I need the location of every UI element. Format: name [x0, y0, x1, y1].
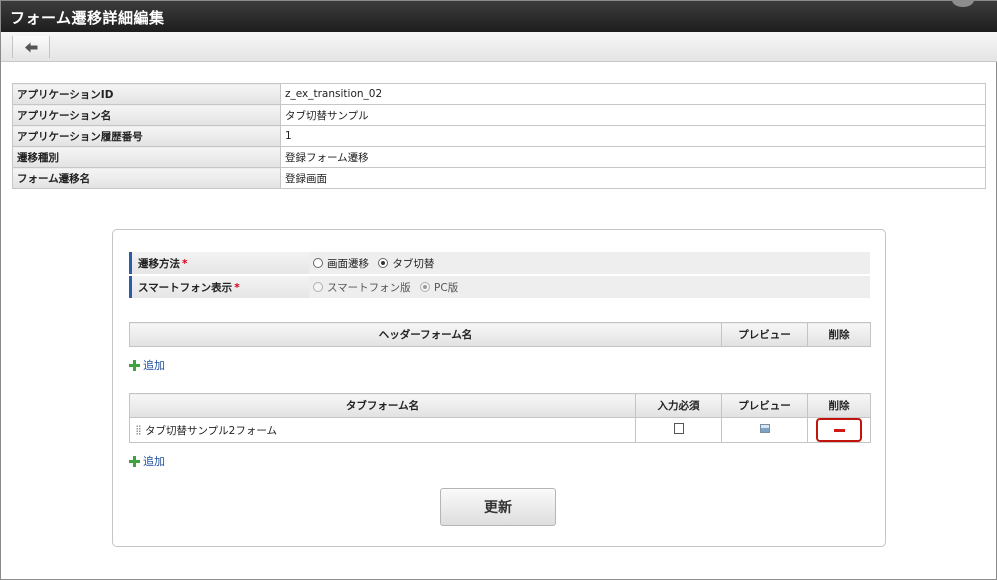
smartphone-display-label: スマートフォン表示: [138, 281, 233, 294]
column-tab-form-name: タブフォーム名: [129, 393, 636, 418]
update-button[interactable]: 更新: [440, 488, 556, 526]
option-row-transition-method: 遷移方法 * 画面遷移 タブ切替: [129, 252, 870, 274]
column-header-form-name: ヘッダーフォーム名: [129, 322, 722, 347]
info-value: 1: [280, 125, 986, 147]
transition-method-label: 遷移方法: [138, 257, 180, 270]
info-label: 遷移種別: [12, 146, 281, 168]
info-row-transition-name: フォーム遷移名 登録画面: [12, 167, 986, 189]
back-button[interactable]: [12, 36, 50, 58]
header-form-table-head: ヘッダーフォーム名 プレビュー 削除: [129, 322, 871, 347]
info-row-transition-type: 遷移種別 登録フォーム遷移: [12, 146, 986, 168]
info-label: アプリケーションID: [12, 83, 281, 105]
radio-tab-switch[interactable]: [378, 257, 389, 268]
info-row-history-number: アプリケーション履歴番号 1: [12, 125, 986, 147]
info-value: 登録画面: [280, 167, 986, 189]
option-label: スマートフォン表示 *: [129, 276, 309, 298]
info-label: アプリケーション名: [12, 104, 281, 126]
option-row-smartphone-display: スマートフォン表示 * スマートフォン版 PC版: [129, 276, 870, 298]
window-corner-ornament: [952, 0, 974, 7]
minus-icon: [834, 429, 845, 432]
drag-handle-icon[interactable]: [136, 424, 141, 435]
delete-button[interactable]: [816, 418, 862, 442]
radio-label[interactable]: 画面遷移: [327, 258, 369, 270]
column-preview: プレビュー: [721, 322, 808, 347]
plus-icon: [129, 455, 140, 467]
header-form-table: ヘッダーフォーム名 プレビュー 削除: [129, 322, 871, 347]
tab-add-link[interactable]: 追加: [129, 453, 165, 469]
info-row-app-id: アプリケーションID z_ex_transition_02: [12, 83, 986, 105]
add-label: 追加: [143, 359, 165, 372]
option-value: 画面遷移 タブ切替: [309, 252, 870, 274]
window-frame: フォーム遷移詳細編集 アプリケーションID z_ex_transition_02…: [0, 0, 997, 580]
delete-cell: [807, 417, 871, 443]
option-value: スマートフォン版 PC版: [309, 276, 870, 298]
required-checkbox[interactable]: [673, 423, 684, 434]
preview-cell: [721, 417, 808, 443]
column-preview: プレビュー: [721, 393, 808, 418]
info-value: タブ切替サンプル: [280, 104, 986, 126]
plus-icon: [129, 359, 140, 371]
preview-image-icon[interactable]: [759, 424, 770, 433]
title-bar: フォーム遷移詳細編集: [1, 0, 997, 32]
header-add-link[interactable]: 追加: [129, 357, 165, 373]
tab-form-name: タブ切替サンプル2フォーム: [145, 424, 278, 437]
table-row: タブ切替サンプル2フォーム: [129, 417, 871, 443]
transition-options-table: 遷移方法 * 画面遷移 タブ切替 スマートフォン表示 * スマートフォン版 PC版: [129, 250, 870, 300]
edit-panel: 遷移方法 * 画面遷移 タブ切替 スマートフォン表示 * スマートフォン版 PC版: [112, 229, 886, 547]
toolbar: [1, 32, 997, 62]
info-value: 登録フォーム遷移: [280, 146, 986, 168]
column-required: 入力必須: [635, 393, 722, 418]
radio-screen-transition[interactable]: [313, 257, 323, 268]
radio-smartphone-version: [313, 281, 323, 292]
application-info-table: アプリケーションID z_ex_transition_02 アプリケーション名 …: [12, 83, 986, 189]
add-label: 追加: [143, 455, 165, 468]
required-mark: *: [182, 257, 188, 270]
required-mark: *: [234, 281, 240, 294]
radio-label: スマートフォン版: [327, 281, 411, 294]
arrow-left-icon: [24, 42, 37, 52]
column-delete: 削除: [807, 393, 871, 418]
tab-form-name-cell: タブ切替サンプル2フォーム: [129, 417, 636, 443]
window-title: フォーム遷移詳細編集: [10, 9, 165, 27]
radio-pc-version: [420, 281, 431, 292]
required-cell: [635, 417, 722, 443]
radio-label[interactable]: タブ切替: [392, 258, 434, 270]
tab-form-table: タブフォーム名 入力必須 プレビュー 削除 タブ切替サンプル2フォーム: [129, 393, 871, 443]
tab-form-table-head: タブフォーム名 入力必須 プレビュー 削除: [129, 393, 871, 418]
info-label: アプリケーション履歴番号: [12, 125, 281, 147]
option-label: 遷移方法 *: [129, 252, 309, 274]
column-delete: 削除: [807, 322, 871, 347]
info-value: z_ex_transition_02: [280, 83, 986, 105]
info-row-app-name: アプリケーション名 タブ切替サンプル: [12, 104, 986, 126]
radio-label: PC版: [434, 281, 459, 294]
info-label: フォーム遷移名: [12, 167, 281, 189]
